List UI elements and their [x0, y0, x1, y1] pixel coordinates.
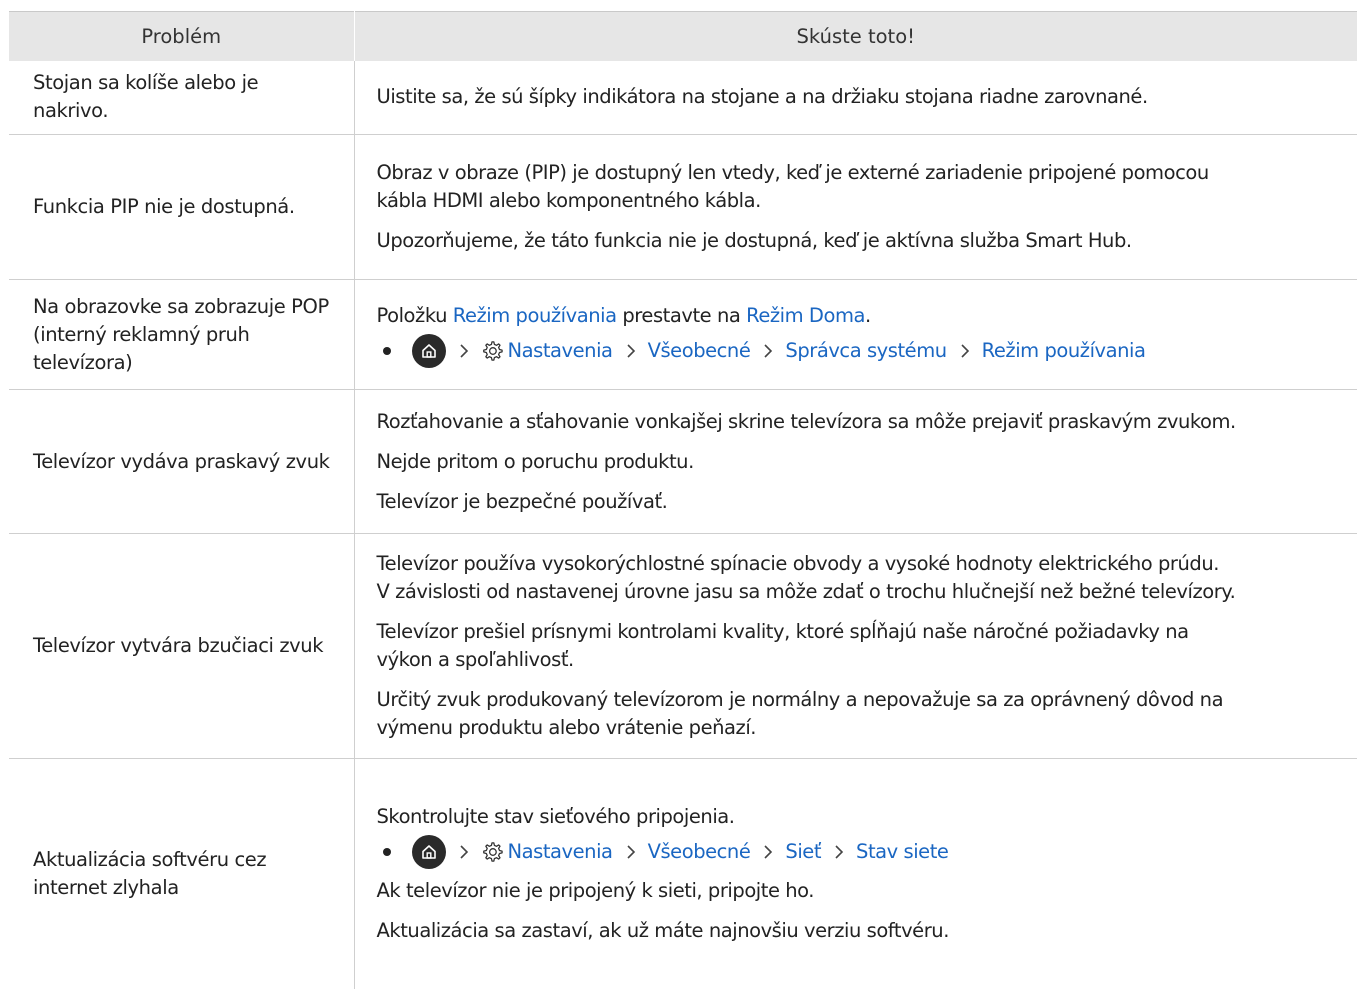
path-general[interactable]: Všeobecné — [648, 838, 751, 866]
problem-cell: Televízor vytvára bzučiaci zvuk — [9, 533, 355, 759]
solution-text: Skontrolujte stav sieťového pripojenia. — [376, 804, 735, 828]
solution-intro: Položku Režim používania prestavte na Re… — [377, 302, 1357, 330]
solution-cell: Položku Režim používania prestavte na Re… — [354, 279, 1357, 390]
gear-icon — [481, 340, 503, 362]
solution-text: Aktualizácia sa zastaví, ak už máte najn… — [376, 918, 950, 942]
solution-text: kábla HDMI alebo komponentného kábla. — [376, 189, 762, 212]
chevron-right-icon — [626, 343, 636, 359]
table-row: Televízor vytvára bzučiaci zvuk Televízo… — [9, 533, 1357, 759]
bullet — [382, 346, 391, 355]
table-row: Televízor vydáva praskavý zvuk Rozťahova… — [9, 389, 1357, 534]
table-row: Funkcia PIP nie je dostupná. Obraz v obr… — [9, 134, 1357, 280]
solution-text: Ak televízor nie je pripojený k sieti, p… — [376, 878, 815, 902]
solution-cell: Skontrolujte stav sieťového pripojenia. … — [354, 759, 1357, 989]
table-row: Na obrazovke sa zobrazuje POP (interný r… — [9, 279, 1357, 390]
path-general[interactable]: Všeobecné — [648, 337, 751, 365]
solution-text: výmenu produktu alebo vrátenie peňazí. — [376, 716, 757, 739]
table-row: Aktualizácia softvéru cez internet zlyha… — [9, 758, 1357, 989]
chevron-right-icon — [763, 343, 773, 359]
solution-text: Nejde pritom o poruchu produktu. — [376, 449, 695, 473]
path-settings[interactable]: Nastavenia — [508, 838, 614, 866]
menu-path: Nastavenia Všeobecné Správca systému Rež… — [377, 333, 1357, 368]
column-header-solution: Skúste toto! — [354, 11, 1357, 61]
problem-cell: Aktualizácia softvéru cez internet zlyha… — [9, 758, 355, 989]
path-settings[interactable]: Nastavenia — [508, 337, 614, 365]
path-usage-mode[interactable]: Režim používania — [982, 337, 1146, 365]
solution-cell: Obraz v obraze (PIP) je dostupný len vte… — [354, 134, 1357, 280]
intro-text: Položku — [376, 303, 453, 327]
chevron-right-icon — [626, 844, 636, 860]
solution-text: Televízor je bezpečné používať. — [376, 489, 668, 513]
chevron-right-icon — [960, 343, 970, 359]
menu-path: Nastavenia Všeobecné Sieť Stav siete — [377, 834, 1357, 869]
solution-text: Obraz v obraze (PIP) je dostupný len vte… — [376, 161, 1210, 184]
solution-text: Rozťahovanie a sťahovanie vonkajšej skri… — [376, 409, 1237, 433]
path-network[interactable]: Sieť — [785, 838, 821, 866]
solution-text: Televízor používa vysokorýchlostné spína… — [376, 552, 1220, 575]
problem-cell: Stojan sa kolíše alebo je nakrivo. — [9, 60, 355, 135]
bullet — [382, 847, 391, 856]
solution-text: Uistite sa, že sú šípky indikátora na st… — [376, 85, 1149, 109]
solution-cell: Uistite sa, že sú šípky indikátora na st… — [354, 60, 1357, 135]
link-rezim-doma[interactable]: Režim Doma — [746, 304, 865, 327]
problem-cell: Na obrazovke sa zobrazuje POP (interný r… — [9, 279, 355, 390]
solution-cell: Televízor používa vysokorýchlostné spína… — [354, 533, 1357, 759]
solution-text: Určitý zvuk produkovaný televízorom je n… — [376, 688, 1224, 711]
table-row: Stojan sa kolíše alebo je nakrivo. Uisti… — [9, 60, 1357, 135]
column-header-problem: Problém — [9, 11, 355, 61]
chevron-right-icon — [459, 343, 469, 359]
solution-text: V závislosti od nastavenej úrovne jasu s… — [376, 580, 1236, 603]
solution-text: výkon a spoľahlivosť. — [376, 648, 575, 671]
table-header-row: Problém Skúste toto! — [9, 11, 1357, 61]
problem-cell: Funkcia PIP nie je dostupná. — [9, 134, 355, 280]
chevron-right-icon — [763, 844, 773, 860]
solution-cell: Rozťahovanie a sťahovanie vonkajšej skri… — [354, 389, 1357, 534]
gear-icon — [481, 841, 503, 863]
troubleshooting-table: Problém Skúste toto! Stojan sa kolíše al… — [9, 11, 1357, 989]
path-network-status[interactable]: Stav siete — [856, 838, 949, 866]
chevron-right-icon — [459, 844, 469, 860]
home-icon[interactable] — [411, 834, 446, 869]
chevron-right-icon — [834, 844, 844, 860]
solution-text: Televízor prešiel prísnymi kontrolami kv… — [376, 620, 1190, 643]
home-icon[interactable] — [411, 333, 446, 368]
link-rezim-pouzivania[interactable]: Režim používania — [453, 304, 617, 327]
solution-text: Upozorňujeme, že táto funkcia nie je dos… — [376, 229, 1133, 252]
problem-cell: Televízor vydáva praskavý zvuk — [9, 389, 355, 534]
intro-text: . — [865, 303, 871, 327]
intro-text: prestavte na — [616, 303, 747, 327]
path-system-manager[interactable]: Správca systému — [785, 337, 947, 365]
